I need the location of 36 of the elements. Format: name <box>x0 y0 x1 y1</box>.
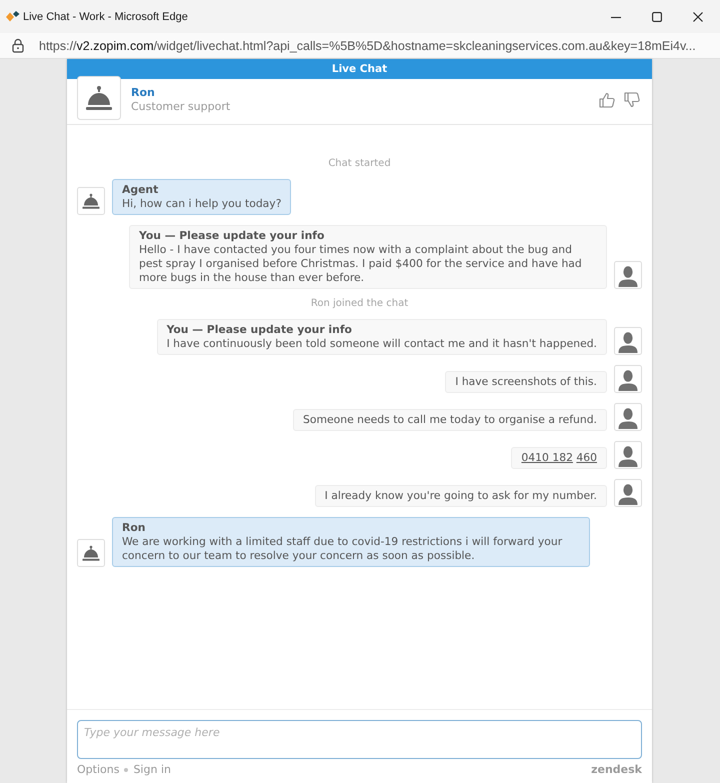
silhouette-avatar-icon <box>614 261 642 289</box>
message-text: Hi, how can i help you today? <box>122 197 282 211</box>
window-title: Live Chat - Work - Microsoft Edge <box>23 10 188 22</box>
message-text: Hello - I have contacted you four times now with a complaint about the bug and pest spray I organised before Christmas. I paid $400 for the service and have had more bugs in the house than ever before. <box>139 243 583 285</box>
maximize-icon[interactable] <box>652 12 662 22</box>
message-text: I already know you're going to ask for my number. <box>324 489 597 503</box>
agent-role: Customer support <box>131 100 230 114</box>
thumbs-down-icon[interactable] <box>624 92 640 108</box>
silhouette-avatar-icon <box>614 327 642 355</box>
silhouette-avatar-icon <box>614 365 642 393</box>
agent-name: Ron <box>131 86 156 100</box>
silhouette-avatar-icon <box>614 441 642 469</box>
bell-avatar-icon <box>77 539 105 567</box>
sender-name: Ron <box>122 521 146 535</box>
thumbs-up-icon[interactable] <box>599 92 615 108</box>
sender-name: You — Please update your info <box>166 323 353 337</box>
message-text: I have screenshots of this. <box>455 375 597 389</box>
browser-logo-icon <box>6 10 20 22</box>
sender-name: You — Please update your info <box>139 229 326 243</box>
bell-avatar-icon <box>77 76 121 120</box>
silhouette-avatar-icon <box>614 403 642 431</box>
widget-title: Live Chat <box>332 63 388 75</box>
phone-link[interactable]: 460 <box>576 451 597 464</box>
message-input[interactable]: Type your message here <box>77 720 642 759</box>
system-message: Chat started <box>327 157 392 171</box>
sender-name: Agent <box>122 183 160 197</box>
silhouette-avatar-icon <box>614 479 642 507</box>
message-text: I have continuously been told someone will contact me and it hasn't happened. <box>166 337 597 351</box>
system-message: Ron joined the chat <box>310 297 410 311</box>
separator-dot-icon <box>124 768 128 772</box>
message-text: We are working with a limited staff due to covid-19 restrictions i will forward your concern to our team to resolve your concern as soon as possible. <box>122 535 564 563</box>
message-text: Someone needs to call me today to organise a refund. <box>303 413 597 427</box>
bell-avatar-icon <box>77 187 105 215</box>
close-icon[interactable] <box>693 12 703 22</box>
lock-icon <box>12 38 24 53</box>
phone-link[interactable]: 0410 182 <box>521 451 573 464</box>
